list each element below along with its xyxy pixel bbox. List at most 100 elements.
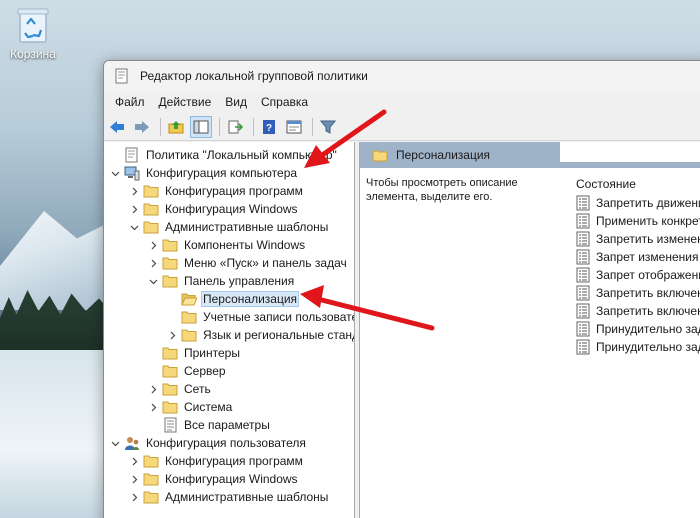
- recycle-bin-shortcut[interactable]: Корзина: [6, 6, 60, 61]
- chevron-down-icon[interactable]: [127, 220, 141, 234]
- tree-node[interactable]: Компоненты Windows: [104, 236, 354, 254]
- up-folder-icon[interactable]: [165, 116, 187, 138]
- properties-icon[interactable]: [283, 116, 305, 138]
- tree-node[interactable]: Административные шаблоны: [104, 488, 354, 506]
- tree-node-label: Язык и региональные стандарты: [203, 328, 354, 342]
- details-header-title: Персонализация: [396, 148, 491, 162]
- folder-icon: [162, 381, 178, 397]
- policy-setting-label: Запрет отображени: [596, 268, 700, 282]
- folder-icon: [143, 489, 159, 505]
- toolbar: ?: [104, 113, 700, 141]
- folder-icon: [143, 453, 159, 469]
- menu-bar: Файл Действие Вид Справка: [104, 91, 700, 113]
- tree-node-label: Конфигурация программ: [165, 454, 303, 468]
- tree-node[interactable]: Персонализация: [104, 290, 354, 308]
- policy-setting-icon: [576, 195, 592, 211]
- tree-node-label: Все параметры: [184, 418, 270, 432]
- tree-node-label: Принтеры: [184, 346, 240, 360]
- extended-description: Чтобы просмотреть описание элемента, выд…: [366, 177, 518, 203]
- title-bar[interactable]: Редактор локальной групповой политики: [104, 61, 700, 91]
- policy-setting-label: Принудительно зад: [596, 340, 700, 354]
- tree-node[interactable]: Политика "Локальный компьютер": [104, 146, 354, 164]
- tree-node[interactable]: Сеть: [104, 380, 354, 398]
- chevron-down-icon[interactable]: [108, 436, 122, 450]
- menu-file[interactable]: Файл: [108, 95, 152, 109]
- column-header-state[interactable]: Состояние: [570, 174, 700, 194]
- recycle-bin-label: Корзина: [10, 47, 56, 61]
- chevron-right-icon[interactable]: [146, 400, 160, 414]
- policy-setting-row[interactable]: Запретить включени: [570, 284, 700, 302]
- chevron-right-icon[interactable]: [146, 256, 160, 270]
- tree-node-label: Политика "Локальный компьютер": [146, 148, 337, 162]
- tree-node[interactable]: Конфигурация пользователя: [104, 434, 354, 452]
- chevron-down-icon[interactable]: [108, 166, 122, 180]
- help-icon[interactable]: ?: [258, 116, 280, 138]
- policy-setting-label: Запрет изменения ф: [596, 250, 700, 264]
- chevron-right-icon[interactable]: [127, 490, 141, 504]
- svg-text:?: ?: [266, 123, 272, 134]
- toolbar-separator: [219, 117, 220, 136]
- tree-node[interactable]: Конфигурация Windows: [104, 470, 354, 488]
- chevron-right-icon[interactable]: [146, 238, 160, 252]
- export-list-icon[interactable]: [224, 116, 246, 138]
- tree-node[interactable]: Панель управления: [104, 272, 354, 290]
- forward-icon[interactable]: [131, 116, 153, 138]
- tree-node-label: Сеть: [184, 382, 211, 396]
- policy-setting-row[interactable]: Принудительно зад: [570, 320, 700, 338]
- folder-icon: [143, 183, 159, 199]
- policy-setting-row[interactable]: Применить конкрет: [570, 212, 700, 230]
- tree-node[interactable]: Конфигурация программ: [104, 182, 354, 200]
- policy-icon: [124, 147, 140, 163]
- tree-node[interactable]: Система: [104, 398, 354, 416]
- tree-node-label: Меню «Пуск» и панель задач: [184, 256, 347, 270]
- tree-node-label: Конфигурация пользователя: [146, 436, 306, 450]
- chevron-right-icon[interactable]: [146, 382, 160, 396]
- chevron-down-icon[interactable]: [146, 274, 160, 288]
- policy-setting-icon: [576, 213, 592, 229]
- tree-node-label: Учетные записи пользователей: [203, 310, 354, 324]
- toolbar-separator: [312, 117, 313, 136]
- details-body: Чтобы просмотреть описание элемента, выд…: [360, 168, 700, 356]
- folder-icon: [162, 273, 178, 289]
- tree-node[interactable]: Административные шаблоны: [104, 218, 354, 236]
- chevron-right-icon[interactable]: [127, 472, 141, 486]
- tree-node-label: Панель управления: [184, 274, 295, 288]
- tree-node-label: Система: [184, 400, 233, 414]
- tree-node[interactable]: Все параметры: [104, 416, 354, 434]
- recycle-bin-icon: [16, 6, 50, 44]
- policy-setting-label: Запретить изменени: [596, 232, 700, 246]
- policy-setting-row[interactable]: Запретить изменени: [570, 230, 700, 248]
- policy-setting-icon: [576, 267, 592, 283]
- menu-view[interactable]: Вид: [218, 95, 254, 109]
- policy-setting-row[interactable]: Запрет отображени: [570, 266, 700, 284]
- tree-node[interactable]: Конфигурация компьютера: [104, 164, 354, 182]
- menu-help[interactable]: Справка: [254, 95, 315, 109]
- tree-node[interactable]: Сервер: [104, 362, 354, 380]
- policy-setting-row[interactable]: Запрет изменения ф: [570, 248, 700, 266]
- policy-setting-row[interactable]: Запретить движение: [570, 194, 700, 212]
- tree-node[interactable]: Меню «Пуск» и панель задач: [104, 254, 354, 272]
- chevron-right-icon[interactable]: [127, 202, 141, 216]
- tree-node-label: Конфигурация компьютера: [146, 166, 298, 180]
- details-tab-area: [560, 142, 700, 162]
- tree-node-label: Конфигурация программ: [165, 184, 303, 198]
- tree-node-label: Сервер: [184, 364, 226, 378]
- chevron-right-icon[interactable]: [127, 184, 141, 198]
- tree-node[interactable]: Учетные записи пользователей: [104, 308, 354, 326]
- show-hide-tree-icon[interactable]: [190, 115, 212, 138]
- back-icon[interactable]: [106, 116, 128, 138]
- settings-list-icon: [162, 417, 178, 433]
- folder-open-icon: [181, 291, 197, 307]
- tree-node[interactable]: Конфигурация Windows: [104, 200, 354, 218]
- policy-tree[interactable]: Политика "Локальный компьютер" Конфигурац…: [104, 142, 355, 518]
- policy-setting-icon: [576, 285, 592, 301]
- tree-node[interactable]: Принтеры: [104, 344, 354, 362]
- filter-icon[interactable]: [317, 116, 339, 138]
- tree-node[interactable]: Язык и региональные стандарты: [104, 326, 354, 344]
- tree-node[interactable]: Конфигурация программ: [104, 452, 354, 470]
- chevron-right-icon[interactable]: [127, 454, 141, 468]
- policy-setting-row[interactable]: Запретить включени: [570, 302, 700, 320]
- chevron-right-icon[interactable]: [165, 328, 179, 342]
- policy-setting-row[interactable]: Принудительно зад: [570, 338, 700, 356]
- menu-action[interactable]: Действие: [152, 95, 219, 109]
